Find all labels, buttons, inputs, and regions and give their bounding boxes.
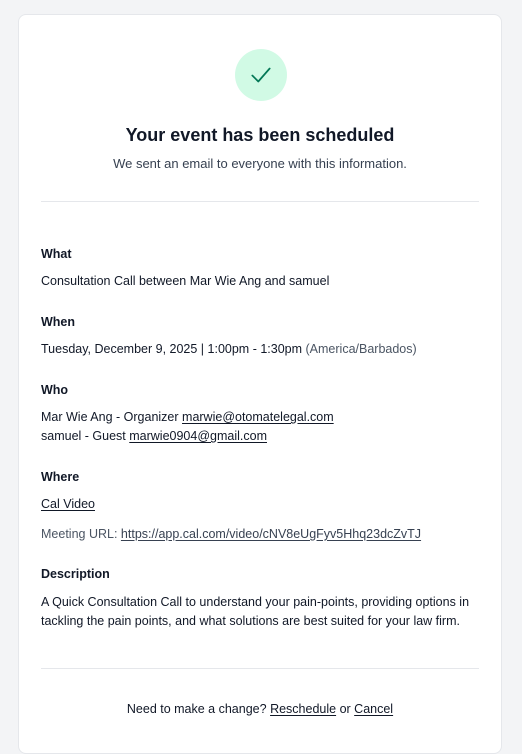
attendee-name: samuel - Guest (41, 429, 126, 443)
when-timezone: (America/Barbados) (305, 342, 417, 356)
when-label: When (41, 315, 76, 329)
where-location: Cal Video (41, 495, 479, 514)
when-datetime: Tuesday, December 9, 2025 | 1:00pm - 1:3… (41, 342, 303, 356)
where-label: Where (41, 470, 80, 484)
change-prompt: Need to make a change? (126, 702, 267, 716)
description-value: A Quick Consultation Call to understand … (41, 595, 470, 628)
meeting-url-label: Meeting URL: (41, 527, 118, 541)
page-subtitle: We sent an email to everyone with this i… (113, 156, 407, 171)
description-label: Description (41, 567, 110, 581)
what-value: Consultation Call between Mar Wie Ang an… (41, 274, 330, 288)
location-link[interactable]: Cal Video (41, 497, 95, 511)
or-text: or (339, 702, 351, 716)
success-badge (235, 49, 287, 101)
booking-confirmation-card: Your event has been scheduled We sent an… (18, 14, 502, 754)
meeting-url-link[interactable]: https://app.cal.com/video/cNV8eUgFyv5Hhq… (121, 527, 421, 541)
attendee-organizer: Mar Wie Ang - Organizer marwie@otomatele… (41, 408, 479, 427)
change-footer: Need to make a change? Reschedule or Can… (19, 702, 501, 716)
divider (41, 201, 479, 202)
divider (41, 668, 479, 669)
who-list: Mar Wie Ang - Organizer marwie@otomatele… (41, 408, 479, 446)
attendee-guest: samuel - Guest marwie0904@gmail.com (41, 427, 479, 446)
page-title: Your event has been scheduled (125, 125, 395, 145)
who-label: Who (41, 383, 69, 397)
attendee-email-link[interactable]: marwie@otomatelegal.com (182, 410, 334, 424)
check-icon (251, 67, 271, 83)
reschedule-link[interactable]: Reschedule (270, 702, 336, 716)
attendee-name: Mar Wie Ang - Organizer (41, 410, 179, 424)
attendee-email-link[interactable]: marwie0904@gmail.com (129, 429, 267, 443)
meeting-url-row: Meeting URL: https://app.cal.com/video/c… (41, 525, 479, 544)
when-value: Tuesday, December 9, 2025 | 1:00pm - 1:3… (41, 340, 479, 359)
cancel-link[interactable]: Cancel (354, 702, 393, 716)
what-label: What (41, 247, 72, 261)
